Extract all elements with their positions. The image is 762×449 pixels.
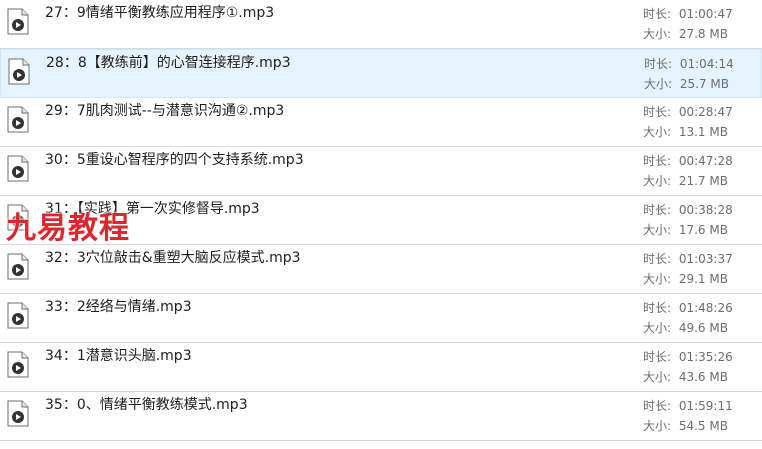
duration-label: 时长: <box>643 203 672 217</box>
file-row[interactable]: 32：3穴位敲击&重塑大脑反应模式.mp3 时长: 01:03:37 大小: 2… <box>0 245 762 294</box>
size-value: 21.7 MB <box>678 174 728 188</box>
file-meta: 时长: 01:35:26 大小: 43.6 MB <box>643 347 733 387</box>
size-value: 29.1 MB <box>678 272 728 286</box>
size-value: 49.6 MB <box>678 321 728 335</box>
duration-value: 01:48:26 <box>678 301 733 315</box>
duration-label: 时长: <box>644 57 673 71</box>
size-value: 43.6 MB <box>678 370 728 384</box>
audio-file-icon <box>7 253 29 280</box>
size-label: 大小: <box>643 272 672 286</box>
size-label: 大小: <box>643 321 672 335</box>
size-label: 大小: <box>643 223 672 237</box>
duration-label: 时长: <box>643 399 672 413</box>
file-row[interactable]: 29：7肌肉测试--与潜意识沟通②.mp3 时长: 00:28:47 大小: 1… <box>0 98 762 147</box>
size-label: 大小: <box>643 370 672 384</box>
file-name: 27：9情绪平衡教练应用程序①.mp3 <box>45 5 275 21</box>
duration-label: 时长: <box>643 154 672 168</box>
file-meta: 时长: 01:04:14 大小: 25.7 MB <box>644 54 734 94</box>
file-meta: 时长: 00:47:28 大小: 21.7 MB <box>643 151 733 191</box>
duration-value: 01:59:11 <box>678 399 733 413</box>
file-meta: 时长: 00:38:28 大小: 17.6 MB <box>643 200 733 240</box>
file-meta: 时长: 01:00:47 大小: 27.8 MB <box>643 4 733 44</box>
audio-file-icon <box>7 8 29 35</box>
audio-file-icon <box>7 400 29 427</box>
size-label: 大小: <box>643 174 672 188</box>
duration-value: 01:04:14 <box>679 57 734 71</box>
audio-file-icon <box>7 302 29 329</box>
duration-value: 00:38:28 <box>678 203 733 217</box>
duration-value: 01:35:26 <box>678 350 733 364</box>
file-name: 34：1潜意识头脑.mp3 <box>45 348 192 364</box>
file-meta: 时长: 01:48:26 大小: 49.6 MB <box>643 298 733 338</box>
file-meta: 时长: 00:28:47 大小: 13.1 MB <box>643 102 733 142</box>
file-row[interactable]: 35：0、情绪平衡教练模式.mp3 时长: 01:59:11 大小: 54.5 … <box>0 392 762 441</box>
duration-label: 时长: <box>643 7 672 21</box>
file-name: 33：2经络与情绪.mp3 <box>45 299 192 315</box>
audio-file-icon <box>7 351 29 378</box>
duration-value: 00:47:28 <box>678 154 733 168</box>
file-name: 35：0、情绪平衡教练模式.mp3 <box>45 397 248 413</box>
file-row[interactable]: 30：5重设心智程序的四个支持系统.mp3 时长: 00:47:28 大小: 2… <box>0 147 762 196</box>
size-label: 大小: <box>644 77 673 91</box>
audio-file-icon <box>7 155 29 182</box>
duration-value: 01:03:37 <box>678 252 733 266</box>
watermark-logo: 九易教程 <box>6 211 130 246</box>
file-meta: 时长: 01:59:11 大小: 54.5 MB <box>643 396 733 436</box>
duration-label: 时长: <box>643 252 672 266</box>
duration-label: 时长: <box>643 105 672 119</box>
size-value: 25.7 MB <box>679 77 729 91</box>
file-name: 29：7肌肉测试--与潜意识沟通②.mp3 <box>45 103 285 119</box>
file-name: 32：3穴位敲击&重塑大脑反应模式.mp3 <box>45 250 301 266</box>
file-row[interactable]: 34：1潜意识头脑.mp3 时长: 01:35:26 大小: 43.6 MB <box>0 343 762 392</box>
size-value: 54.5 MB <box>678 419 728 433</box>
size-label: 大小: <box>643 419 672 433</box>
audio-file-icon <box>8 58 30 85</box>
file-row[interactable]: 27：9情绪平衡教练应用程序①.mp3 时长: 01:00:47 大小: 27.… <box>0 0 762 49</box>
size-label: 大小: <box>643 125 672 139</box>
audio-file-icon <box>7 106 29 133</box>
duration-value: 00:28:47 <box>678 105 733 119</box>
size-value: 27.8 MB <box>678 27 728 41</box>
duration-value: 01:00:47 <box>678 7 733 21</box>
file-name: 28：8【教练前】的心智连接程序.mp3 <box>46 55 291 71</box>
duration-label: 时长: <box>643 350 672 364</box>
file-meta: 时长: 01:03:37 大小: 29.1 MB <box>643 249 733 289</box>
file-name: 30：5重设心智程序的四个支持系统.mp3 <box>45 152 304 168</box>
file-row-selected[interactable]: 28：8【教练前】的心智连接程序.mp3 时长: 01:04:14 大小: 25… <box>0 49 762 98</box>
duration-label: 时长: <box>643 301 672 315</box>
size-value: 17.6 MB <box>678 223 728 237</box>
file-row[interactable]: 33：2经络与情绪.mp3 时长: 01:48:26 大小: 49.6 MB <box>0 294 762 343</box>
size-value: 13.1 MB <box>678 125 728 139</box>
size-label: 大小: <box>643 27 672 41</box>
